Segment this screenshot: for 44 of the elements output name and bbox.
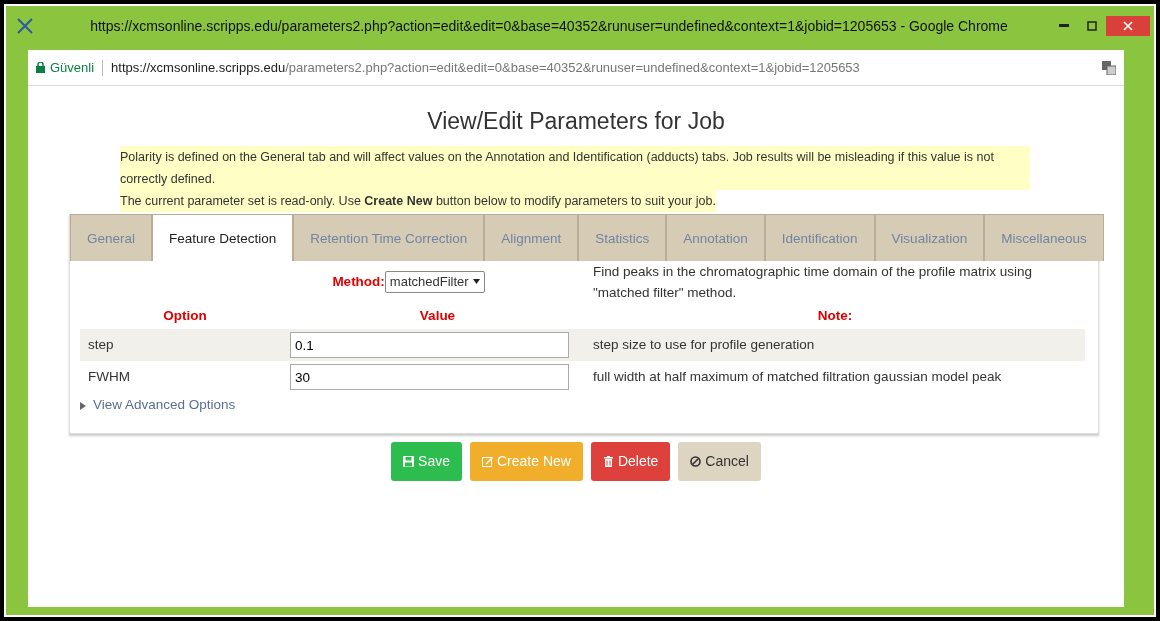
value-field[interactable]: 0.1	[290, 332, 569, 359]
minimize-icon	[1059, 24, 1069, 28]
window-title: https://xcmsonline.scripps.edu/parameters2.php?action=edit&edit=0&base=40352&runuser=undefined&context=1&jobid=1205653 - Google Chrome	[89, 16, 1009, 36]
close-icon	[1123, 21, 1133, 31]
secure-label: Güvenli	[50, 58, 95, 77]
tab[interactable]: Visualization	[874, 213, 985, 261]
caret-icon	[80, 401, 87, 410]
tab[interactable]: General	[70, 213, 153, 261]
tab[interactable]: Feature Detection	[152, 213, 294, 261]
option-name: step	[88, 335, 114, 354]
option-note: full width at half maximum of matched filtration gaussian model peak	[593, 367, 1002, 386]
cancel-button[interactable]: Cancel	[678, 442, 761, 482]
page-heading: View/Edit Parameters for Job	[427, 108, 725, 136]
method-label: Method:	[332, 272, 385, 291]
lock-icon	[36, 62, 45, 73]
trash-icon	[602, 456, 614, 468]
option-note: step size to use for profile generation	[593, 335, 815, 354]
maximize-icon	[1087, 21, 1097, 31]
tab[interactable]: Alignment	[484, 213, 579, 261]
column-header: Note:	[817, 306, 853, 325]
column-header: Value	[419, 306, 456, 325]
notice-text: Polarity is defined on the General tab and will affect values on the Annotation and Identification (adducts) tabs. Job results will be misleading if this value is not correctly defined.	[120, 145, 1030, 190]
edit-icon	[481, 456, 493, 468]
tab[interactable]: Statistics	[578, 213, 667, 261]
option-name: FWHM	[88, 367, 130, 386]
url-field[interactable]: https://xcmsonline.scripps.edu/parameters2.php?action=edit&edit=0&base=40352&runuser=undefined&context=1&jobid=1205653	[111, 57, 1102, 78]
ban-icon	[690, 456, 702, 468]
column-header: Option	[163, 306, 207, 325]
app-icon	[16, 17, 34, 35]
save-icon	[403, 456, 415, 468]
delete-button[interactable]: Delete	[590, 442, 671, 482]
create-button[interactable]: Create New	[469, 442, 583, 482]
method-description: Find peaks in the chromatographic time domain of the profile matrix using "matched filter" method.	[592, 262, 1033, 302]
notice-text: The current parameter set is read-only. Use Create New button below to modify parameters to suit your job.	[120, 189, 716, 212]
save-button[interactable]: Save	[391, 442, 462, 482]
tab[interactable]: Identification	[764, 213, 875, 261]
tab[interactable]: Miscellaneous	[984, 213, 1104, 261]
advanced-options-toggle[interactable]: View Advanced Options	[80, 395, 1098, 416]
translate-icon[interactable]	[1102, 60, 1116, 75]
caret-icon	[472, 279, 480, 285]
tab[interactable]: Annotation	[666, 213, 765, 261]
method-select[interactable]: matchedFilter	[384, 271, 485, 293]
tab[interactable]: Retention Time Correction	[293, 213, 485, 261]
value-field[interactable]: 30	[290, 364, 569, 391]
